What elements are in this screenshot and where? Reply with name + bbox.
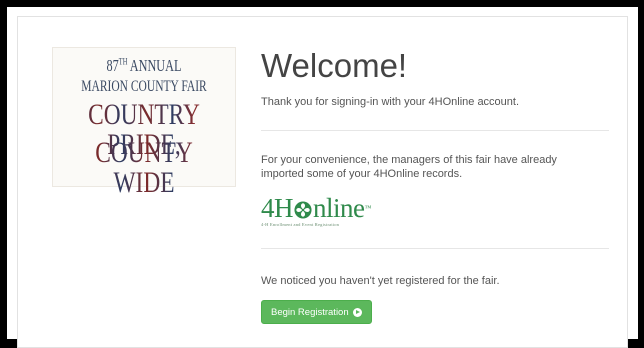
arrow-circle-right-icon — [352, 307, 362, 317]
page-frame: 87TH ANNUAL MARION COUNTY FAIR COUNTRY P… — [7, 7, 638, 348]
fair-logo: 87TH ANNUAL MARION COUNTY FAIR COUNTRY P… — [52, 47, 236, 198]
page-title: Welcome! — [261, 47, 408, 84]
welcome-panel: 87TH ANNUAL MARION COUNTY FAIR COUNTRY P… — [17, 16, 628, 348]
registration-message: We noticed you haven't yet registered fo… — [261, 275, 500, 287]
logo-annual-line: 87TH ANNUAL — [106, 56, 182, 75]
divider — [261, 130, 609, 131]
import-message: For your convenience, the managers of th… — [261, 154, 557, 180]
signin-message: Thank you for signing-in with your 4HOnl… — [261, 96, 520, 108]
logo-fair-name: MARION COUNTY FAIR — [81, 78, 207, 95]
begin-registration-button[interactable]: Begin Registration — [261, 300, 372, 324]
clover-icon — [294, 201, 312, 219]
welcome-content: Welcome! Thank you for signing-in with y… — [261, 47, 611, 324]
4honline-logo: 4H nline™ 4-H Enrollment and Event Regis… — [261, 194, 381, 232]
logo-slogan-line2: COUNTY WIDE — [73, 138, 215, 198]
divider — [261, 248, 609, 249]
